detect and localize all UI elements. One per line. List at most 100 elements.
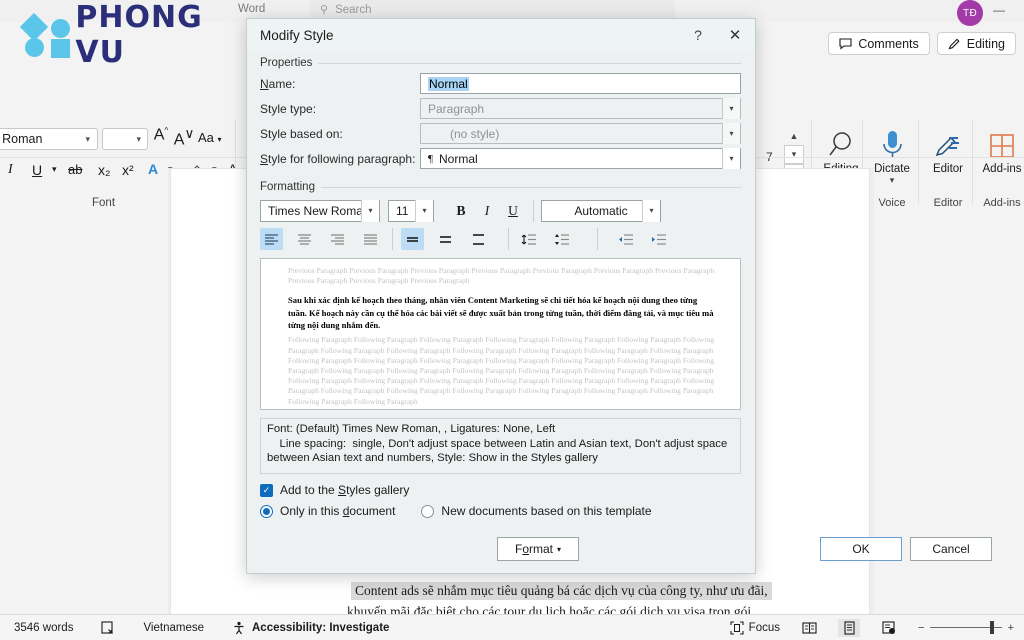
zoom-out-button[interactable]: − xyxy=(918,622,924,634)
chevron-down-icon[interactable]: ▾ xyxy=(415,199,433,222)
new-documents-template-radio[interactable] xyxy=(421,504,435,518)
align-center-button[interactable] xyxy=(293,228,316,250)
only-in-this-document-radio[interactable] xyxy=(260,504,273,518)
editing-mode-button[interactable]: Editing xyxy=(936,32,1016,55)
decrease-indent-button[interactable] xyxy=(614,228,637,250)
logo-diamond-shape xyxy=(19,12,49,42)
increase-indent-button[interactable] xyxy=(647,228,670,250)
status-bar: 3546 words Vietnamese Accessibility: Inv… xyxy=(0,614,1024,640)
add-space-before-paragraph-button[interactable] xyxy=(517,228,540,250)
chevron-down-icon[interactable]: ▾ xyxy=(361,199,379,222)
spin-down-button[interactable]: ▾ xyxy=(784,145,804,164)
superscript-button[interactable]: x² xyxy=(122,162,134,178)
name-input-value: Normal xyxy=(428,76,469,91)
web-layout-view-button[interactable] xyxy=(878,619,900,637)
zoom-slider[interactable]: − + xyxy=(918,621,1014,635)
chevron-down-icon: ▾ xyxy=(722,98,740,119)
read-mode-icon xyxy=(801,621,817,634)
change-case-label: Aa xyxy=(198,130,214,145)
focus-button[interactable]: Focus xyxy=(730,620,780,635)
line-spacing-single-icon xyxy=(407,236,418,242)
accessibility-item[interactable]: Accessibility: Investigate xyxy=(218,621,403,635)
comment-icon xyxy=(839,37,852,50)
style-type-value: Paragraph xyxy=(428,101,485,116)
align-right-icon xyxy=(331,233,344,245)
chevron-down-icon[interactable]: ▾ xyxy=(52,164,57,175)
italic-button[interactable]: I xyxy=(474,200,500,222)
spin-up-button[interactable]: ▲ xyxy=(784,126,804,145)
change-case-button[interactable]: Aa ▾ xyxy=(198,130,222,145)
phong-vu-logo: PHONG VU xyxy=(19,0,239,70)
only-in-this-document-label: Only in this document xyxy=(280,504,396,518)
line-spacing-1-5-button[interactable] xyxy=(434,228,457,250)
comments-button[interactable]: Comments xyxy=(828,32,930,55)
zoom-slider-handle[interactable] xyxy=(990,621,994,634)
font-size-combo[interactable]: ▾ xyxy=(102,128,148,150)
font-group-caption: Font xyxy=(92,197,116,209)
add-to-styles-gallery-checkbox[interactable]: ✓ Add to the Styles gallery xyxy=(260,483,755,497)
subscript-button[interactable]: x₂ xyxy=(98,162,110,178)
logo-circle-bottom-left xyxy=(25,38,44,57)
underline-button[interactable]: U xyxy=(32,162,42,178)
chevron-down-icon[interactable]: ▾ xyxy=(722,148,740,169)
strikethrough-button[interactable]: ab xyxy=(68,162,82,177)
style-description: Font: (Default) Times New Roman, , Ligat… xyxy=(260,418,741,474)
italic-button[interactable]: I xyxy=(8,162,13,178)
ribbon-group-editor[interactable]: Editor xyxy=(920,120,976,175)
line-spacing-1-5-icon xyxy=(440,235,451,243)
search-input[interactable]: ⚲ Search xyxy=(310,0,675,19)
editor-group-caption: Editor xyxy=(933,197,963,209)
bold-button[interactable]: B xyxy=(448,200,474,222)
remove-space-after-paragraph-button[interactable] xyxy=(550,228,573,250)
style-based-on-label: Style based on: xyxy=(260,126,343,141)
increase-paragraph-spacing-icon xyxy=(521,233,536,245)
shrink-font-button[interactable]: A∨ xyxy=(173,126,195,149)
cancel-button[interactable]: Cancel xyxy=(910,537,992,561)
formatting-label: Formatting xyxy=(260,181,315,193)
align-right-button[interactable] xyxy=(326,228,349,250)
line-spacing-single-button[interactable] xyxy=(401,228,424,250)
help-button[interactable]: ? xyxy=(681,27,715,43)
format-font-size-combo[interactable]: 11 ▾ xyxy=(388,199,434,222)
chevron-down-icon[interactable]: ▾ xyxy=(642,199,660,222)
focus-icon xyxy=(730,620,744,635)
zoom-in-button[interactable]: + xyxy=(1008,622,1014,634)
language-item[interactable]: Vietnamese xyxy=(129,622,218,634)
font-color-combo[interactable]: Automatic ▾ xyxy=(541,199,661,222)
align-left-button[interactable] xyxy=(260,228,283,250)
style-following-paragraph-combo[interactable]: ¶ Normal ▾ xyxy=(420,148,741,169)
grow-font-button[interactable]: A^ xyxy=(150,126,172,144)
format-button[interactable]: Format ▾ xyxy=(497,537,579,561)
font-name-combo[interactable]: es New Roman ▾ xyxy=(0,128,98,150)
minimize-button[interactable]: — xyxy=(988,2,1010,18)
microphone-icon xyxy=(864,120,920,160)
line-spacing-double-icon xyxy=(473,233,484,245)
print-layout-view-button[interactable] xyxy=(838,618,860,637)
toolbar-separator xyxy=(508,228,509,250)
ok-button[interactable]: OK xyxy=(820,537,902,561)
accessibility-label: Accessibility: Investigate xyxy=(252,621,390,634)
ribbon-group-addins[interactable]: Add-ins xyxy=(974,120,1024,175)
name-input[interactable]: Normal xyxy=(420,73,741,94)
format-font-family-combo[interactable]: Times New Roman ▾ xyxy=(260,199,380,222)
addins-group-caption: Add-ins xyxy=(983,197,1021,209)
decrease-indent-icon xyxy=(618,233,633,245)
proofing-status-item[interactable] xyxy=(87,620,129,635)
avatar[interactable]: TĐ xyxy=(957,0,983,26)
decrease-paragraph-spacing-icon xyxy=(554,233,569,245)
line-spacing-double-button[interactable] xyxy=(467,228,490,250)
focus-label: Focus xyxy=(748,621,780,634)
word-count-label: 3546 words xyxy=(14,621,74,634)
style-based-on-combo: (no style) ▾ xyxy=(420,123,741,144)
dialog-button-row: Format ▾ OK Cancel xyxy=(247,537,992,561)
text-effects-button[interactable]: A xyxy=(148,161,158,177)
close-icon[interactable]: ✕ xyxy=(715,26,755,44)
read-mode-view-button[interactable] xyxy=(798,619,820,637)
language-label: Vietnamese xyxy=(143,621,204,634)
preview-following-paragraph: Following Paragraph Following Paragraph … xyxy=(288,335,715,406)
word-count-item[interactable]: 3546 words xyxy=(0,622,87,634)
align-justify-button[interactable] xyxy=(359,228,382,250)
underline-button[interactable]: U xyxy=(500,200,526,222)
logo-square-bottom-right xyxy=(51,39,70,58)
shrink-font-label: A xyxy=(173,131,185,149)
